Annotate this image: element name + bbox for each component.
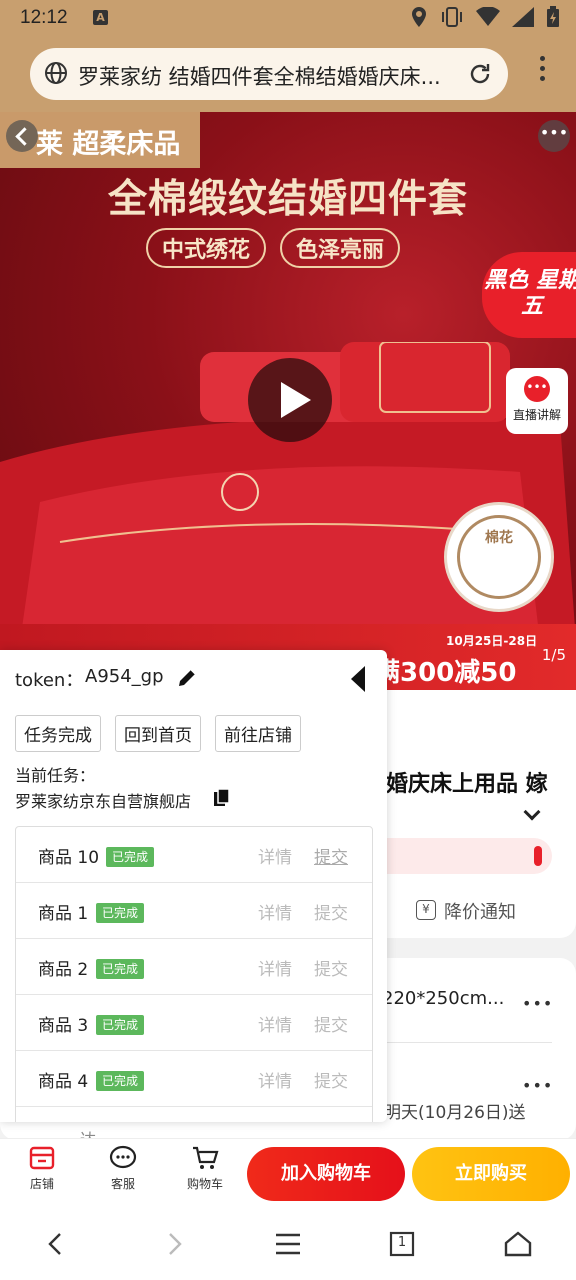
battery-icon: [546, 6, 560, 32]
collapse-panel-icon[interactable]: [351, 666, 365, 692]
tab-label: 购物车: [186, 1177, 223, 1191]
hero-tag: 中式绣花: [146, 228, 267, 268]
vibrate-icon: [440, 6, 464, 32]
live-explain-button[interactable]: ••• 直播讲解: [506, 368, 568, 434]
shipping-more-icon[interactable]: •••: [522, 1076, 553, 1095]
chat-icon: [95, 1143, 151, 1173]
tab-cart[interactable]: 购物车: [177, 1143, 233, 1192]
submit-link[interactable]: 提交: [314, 899, 348, 924]
tab-label: 店铺: [29, 1177, 54, 1191]
item-name: 商品 4: [38, 1072, 89, 1092]
list-item: 商品 2 已完成 详情 提交: [16, 939, 372, 995]
detail-link[interactable]: 详情: [258, 899, 292, 924]
shipping-info: 明天(10月26日)送: [384, 1103, 526, 1123]
status-badge: 已完成: [96, 903, 145, 923]
globe-icon: [44, 61, 68, 89]
play-video-button[interactable]: [248, 358, 332, 442]
panel-actions: 任务完成 回到首页 前往店铺: [15, 715, 301, 752]
tab-store[interactable]: 店铺: [14, 1143, 70, 1192]
nav-menu-icon[interactable]: [272, 1228, 304, 1260]
promo-date: 10月25日-28日: [446, 634, 538, 648]
cotton-badge: 棉花: [444, 502, 554, 612]
url-text[interactable]: 罗莱家纺 结婚四件套全棉结婚婚庆床...: [78, 61, 450, 91]
nav-tabs-icon[interactable]: 1: [386, 1228, 418, 1260]
token-value: A954_gp: [85, 666, 164, 687]
task-item-list: 商品 10 已完成 详情 提交 商品 1 已完成 详情 提交 商品 2 已完成 …: [15, 826, 373, 1122]
cart-icon: [177, 1143, 233, 1173]
nav-back-icon[interactable]: [40, 1228, 72, 1260]
list-item: 商品 1 已完成 详情 提交: [16, 883, 372, 939]
submit-link[interactable]: 提交: [314, 1011, 348, 1036]
nav-home-icon[interactable]: [502, 1228, 534, 1260]
buy-now-button[interactable]: 立即购买: [412, 1147, 570, 1201]
status-icons: [410, 6, 560, 32]
product-title: 婚庆床上用品 嫁: [386, 772, 548, 797]
status-badge: 已完成: [96, 1071, 145, 1091]
brand-text: 莱 超柔床品: [36, 129, 181, 160]
hero-tags: 中式绣花 色泽亮丽: [146, 228, 401, 268]
signal-icon: [512, 7, 534, 31]
store-icon: [14, 1143, 70, 1173]
submit-link[interactable]: 提交: [314, 843, 348, 868]
notification-a-icon: A: [93, 10, 108, 25]
token-label: token：: [15, 670, 84, 691]
detail-link[interactable]: 详情: [258, 1067, 292, 1092]
wifi-icon: [476, 6, 500, 31]
location-icon: [410, 6, 428, 32]
hero-tag: 色泽亮丽: [280, 228, 401, 268]
expand-title-icon[interactable]: [523, 803, 541, 821]
back-home-button[interactable]: 回到首页: [115, 715, 201, 752]
item-name: 商品 2: [38, 960, 89, 980]
more-icon[interactable]: •••: [538, 120, 570, 152]
image-page-indicator: 1/5: [541, 646, 566, 664]
back-icon[interactable]: [6, 120, 38, 152]
item-name: 商品 3: [38, 1016, 89, 1036]
submit-link[interactable]: 提交: [314, 1067, 348, 1092]
live-label: 直播讲解: [512, 408, 561, 422]
price-notice-icon[interactable]: ¥: [416, 900, 436, 920]
submit-link[interactable]: 提交: [314, 955, 348, 980]
status-time: 12:12: [20, 7, 68, 28]
tab-label: 客服: [110, 1177, 135, 1191]
item-name: 商品 1: [38, 904, 89, 924]
list-item: 商品 4 已完成 详情 提交: [16, 1051, 372, 1107]
divider: [384, 1042, 552, 1043]
live-icon: •••: [524, 376, 550, 402]
detail-link[interactable]: 详情: [258, 843, 292, 868]
task-panel: token： A954_gp 任务完成 回到首页 前往店铺 当前任务： 罗莱家纺…: [0, 650, 387, 1122]
system-nav-bar: 1: [0, 1206, 576, 1280]
list-item: 商品 3 已完成 详情 提交: [16, 995, 372, 1051]
browser-toolbar: 罗莱家纺 结婚四件套全棉结婚婚庆床...: [0, 36, 576, 112]
bottom-action-bar: 店铺 客服 购物车 加入购物车 立即购买: [0, 1138, 576, 1206]
status-badge: 已完成: [96, 1015, 145, 1035]
black-friday-badge[interactable]: 黑色 星期五: [482, 252, 576, 338]
selected-spec[interactable]: 220*250cm...: [382, 988, 504, 1009]
copy-icon[interactable]: [212, 788, 232, 812]
promo-bar[interactable]: [384, 838, 552, 874]
price-notice-link[interactable]: 降价通知: [444, 898, 516, 924]
tabs-count: 1: [397, 1235, 407, 1250]
status-badge: 已完成: [96, 959, 145, 979]
tab-customer-service[interactable]: 客服: [95, 1143, 151, 1192]
spec-more-icon[interactable]: •••: [522, 994, 553, 1013]
detail-link[interactable]: 详情: [258, 1011, 292, 1036]
task-complete-button[interactable]: 任务完成: [15, 715, 101, 752]
status-bar: 12:12 A: [0, 0, 576, 36]
edit-icon[interactable]: [176, 667, 198, 693]
product-hero-image[interactable]: 莱 超柔床品 ••• 全棉缎纹结婚四件套 中式绣花 色泽亮丽 黑色 星期五 ••…: [0, 112, 576, 690]
detail-link[interactable]: 详情: [258, 955, 292, 980]
cotton-label: 棉花: [485, 530, 513, 546]
go-store-button[interactable]: 前往店铺: [215, 715, 301, 752]
hero-headline: 全棉缎纹结婚四件套: [107, 177, 468, 222]
browser-menu-icon[interactable]: [538, 56, 546, 86]
current-task-label: 当前任务：: [15, 766, 96, 785]
item-name: 商品 10: [38, 848, 100, 868]
status-badge: 已完成: [106, 847, 155, 867]
add-to-cart-button[interactable]: 加入购物车: [247, 1147, 405, 1201]
list-item: 商品 10 已完成 详情 提交: [16, 827, 372, 883]
url-bar[interactable]: 罗莱家纺 结婚四件套全棉结婚婚庆床...: [30, 48, 508, 100]
current-task-value: 罗莱家纺京东自营旗舰店: [15, 792, 192, 811]
reload-icon[interactable]: [466, 60, 494, 92]
nav-forward-icon[interactable]: [158, 1228, 190, 1260]
